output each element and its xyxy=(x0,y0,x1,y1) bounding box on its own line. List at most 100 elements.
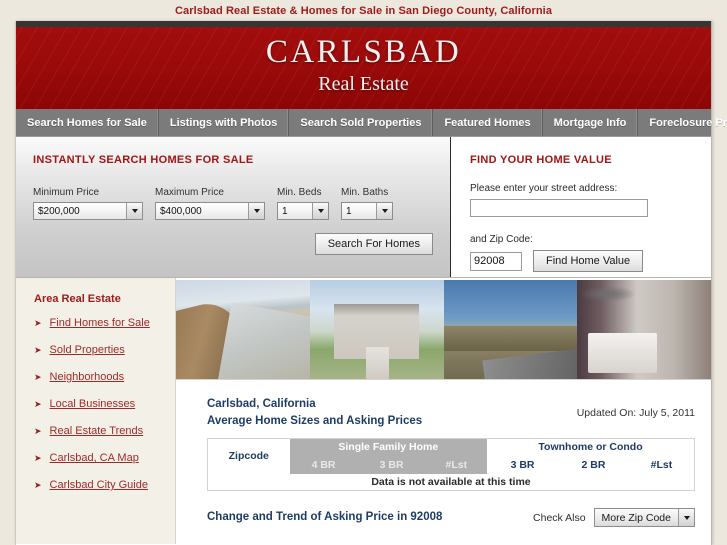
arrow-bullet-icon: ➤ xyxy=(34,426,42,436)
sidebar-item-label: Find Homes for Sale xyxy=(49,317,150,329)
zip-code-input[interactable] xyxy=(470,251,522,271)
sidebar-item-carlsbad-city-guide[interactable]: ➤ Carlsbad City Guide xyxy=(34,479,175,492)
chevron-down-icon[interactable] xyxy=(376,203,392,219)
minimum-price-field: Minimum Price $200,000 xyxy=(33,187,143,220)
nav-item-label: Featured Homes xyxy=(444,116,531,129)
sub-header-tc-3br: 3 BR xyxy=(487,455,558,474)
sidebar-item-label: Local Businesses xyxy=(49,398,136,410)
min-baths-label: Min. Baths xyxy=(341,187,389,198)
sub-header-sfh-4br: 4 BR xyxy=(289,455,358,474)
instant-search-panel: INSTANTLY SEARCH HOMES FOR SALE Minimum … xyxy=(16,137,451,277)
location-title: Carlsbad, California xyxy=(207,398,316,410)
street-address-label: Please enter your street address: xyxy=(470,183,618,194)
section-title: Average Home Sizes and Asking Prices xyxy=(207,415,423,427)
find-home-value-button[interactable]: Find Home Value xyxy=(533,250,644,272)
updated-on-text: Updated On: July 5, 2011 xyxy=(576,407,695,419)
banner-inner: CARLSBAD Real Estate xyxy=(16,32,711,96)
page-title-text: Carlsbad Real Estate & Homes for Sale in… xyxy=(174,4,553,17)
zip-code-row: Find Home Value xyxy=(470,250,711,272)
zipcode-header: Zipcode xyxy=(228,450,269,463)
arrow-bullet-icon: ➤ xyxy=(34,480,42,490)
banner-title: CARLSBAD xyxy=(265,34,462,70)
maximum-price-field: Maximum Price $400,000 xyxy=(155,187,265,220)
maximum-price-label: Maximum Price xyxy=(155,187,224,198)
nav-item-search-homes-for-sale[interactable]: Search Homes for Sale xyxy=(16,109,159,136)
banner-subtitle: Real Estate xyxy=(318,73,409,95)
nav-item-foreclosure-properties[interactable]: Foreclosure Properties xyxy=(638,109,727,136)
instant-search-heading: INSTANTLY SEARCH HOMES FOR SALE xyxy=(33,154,254,166)
page-title: Carlsbad Real Estate & Homes for Sale in… xyxy=(0,0,727,21)
sidebar-item-label: Carlsbad City Guide xyxy=(49,479,148,491)
table-group-header-row: Zipcode Single Family Home Townhome or C… xyxy=(208,438,695,462)
sidebar-item-sold-properties[interactable]: ➤ Sold Properties xyxy=(34,344,175,357)
home-value-heading: FIND YOUR HOME VALUE xyxy=(470,154,612,166)
site-container: CARLSBAD Real Estate Search Homes for Sa… xyxy=(15,21,727,545)
sidebar-item-carlsbad-ca-map[interactable]: ➤ Carlsbad, CA Map xyxy=(34,452,175,465)
nav-item-listings-with-photos[interactable]: Listings with Photos xyxy=(159,109,290,136)
sidebar-item-real-estate-trends[interactable]: ➤ Real Estate Trends xyxy=(34,425,175,438)
min-beds-value: 1 xyxy=(282,205,288,217)
chevron-down-icon[interactable] xyxy=(312,203,328,219)
sub-header-sfh-3br: 3 BR xyxy=(357,455,426,474)
home-value-panel: FIND YOUR HOME VALUE Please enter your s… xyxy=(451,137,711,277)
nav-item-label: Listings with Photos xyxy=(169,116,278,129)
minimum-price-value: $200,000 xyxy=(38,205,80,217)
beach-coastline-photo xyxy=(176,280,310,379)
minimum-price-select[interactable]: $200,000 xyxy=(33,202,143,220)
arrow-bullet-icon: ➤ xyxy=(34,399,42,409)
min-beds-label: Min. Beds xyxy=(277,187,322,198)
main-navigation: Search Homes for Sale Listings with Phot… xyxy=(16,109,727,137)
min-beds-field: Min. Beds 1 xyxy=(277,187,329,220)
section-header-row: Carlsbad, California Average Home Sizes … xyxy=(207,396,695,430)
luxury-house-photo xyxy=(309,280,444,379)
min-baths-value: 1 xyxy=(346,205,352,217)
maximum-price-select[interactable]: $400,000 xyxy=(155,202,265,220)
arrow-bullet-icon: ➤ xyxy=(34,453,42,463)
photo-strip xyxy=(176,280,711,380)
nav-item-label: Foreclosure Properties xyxy=(649,116,727,129)
sub-header-sfh-lst: #Lst xyxy=(425,455,488,474)
search-for-homes-button[interactable]: Search For Homes xyxy=(314,233,433,255)
search-fields-row: Minimum Price $200,000 Maximum Price $40… xyxy=(33,187,450,220)
arrow-bullet-icon: ➤ xyxy=(34,372,42,382)
home-sizes-prices-table: Zipcode Single Family Home Townhome or C… xyxy=(207,438,695,491)
content-columns: Area Real Estate ➤ Find Homes for Sale ➤… xyxy=(16,278,711,544)
site-banner: CARLSBAD Real Estate xyxy=(16,27,711,109)
sidebar: Area Real Estate ➤ Find Homes for Sale ➤… xyxy=(16,278,176,544)
check-also-label: Check Also xyxy=(533,511,586,524)
nav-item-featured-homes[interactable]: Featured Homes xyxy=(433,109,543,136)
check-also-group: Check Also More Zip Code xyxy=(533,508,695,527)
maximum-price-value: $400,000 xyxy=(160,205,202,217)
sub-header-tc-2br: 2 BR xyxy=(558,455,629,474)
nav-item-label: Mortgage Info xyxy=(553,116,627,129)
sidebar-heading: Area Real Estate xyxy=(34,293,121,305)
more-zip-code-select[interactable]: More Zip Code xyxy=(593,508,695,527)
group-header-townhome-condo: Townhome or Condo xyxy=(487,438,695,456)
chevron-down-icon[interactable] xyxy=(678,509,694,526)
sidebar-item-local-businesses[interactable]: ➤ Local Businesses xyxy=(34,398,175,411)
nav-item-label: Search Homes for Sale xyxy=(27,116,147,129)
min-beds-select[interactable]: 1 xyxy=(277,202,329,220)
arrow-bullet-icon: ➤ xyxy=(34,318,42,328)
trend-title: Change and Trend of Asking Price in 9200… xyxy=(207,511,443,523)
no-data-message: Data is not available at this time xyxy=(207,473,695,491)
sidebar-item-label: Neighborhoods xyxy=(49,371,125,383)
group-header-single-family: Single Family Home xyxy=(289,438,488,456)
nav-item-search-sold-properties[interactable]: Search Sold Properties xyxy=(289,109,434,136)
trend-section-row: Change and Trend of Asking Price in 9200… xyxy=(207,508,695,527)
chevron-down-icon[interactable] xyxy=(126,203,142,219)
zip-code-label: and Zip Code: xyxy=(470,234,533,245)
min-baths-select[interactable]: 1 xyxy=(341,202,393,220)
table-row: Data is not available at this time xyxy=(207,473,695,491)
more-zip-code-value: More Zip Code xyxy=(601,511,671,524)
content-body: Carlsbad, California Average Home Sizes … xyxy=(176,380,711,527)
sidebar-item-find-homes-for-sale[interactable]: ➤ Find Homes for Sale xyxy=(34,317,175,330)
chevron-down-icon[interactable] xyxy=(248,203,264,219)
desert-road-photo xyxy=(443,280,578,379)
minimum-price-label: Minimum Price xyxy=(33,187,100,198)
street-address-input[interactable] xyxy=(470,199,648,217)
living-room-interior-photo xyxy=(577,280,711,379)
sidebar-item-neighborhoods[interactable]: ➤ Neighborhoods xyxy=(34,371,175,384)
arrow-bullet-icon: ➤ xyxy=(34,345,42,355)
nav-item-mortgage-info[interactable]: Mortgage Info xyxy=(543,109,639,136)
